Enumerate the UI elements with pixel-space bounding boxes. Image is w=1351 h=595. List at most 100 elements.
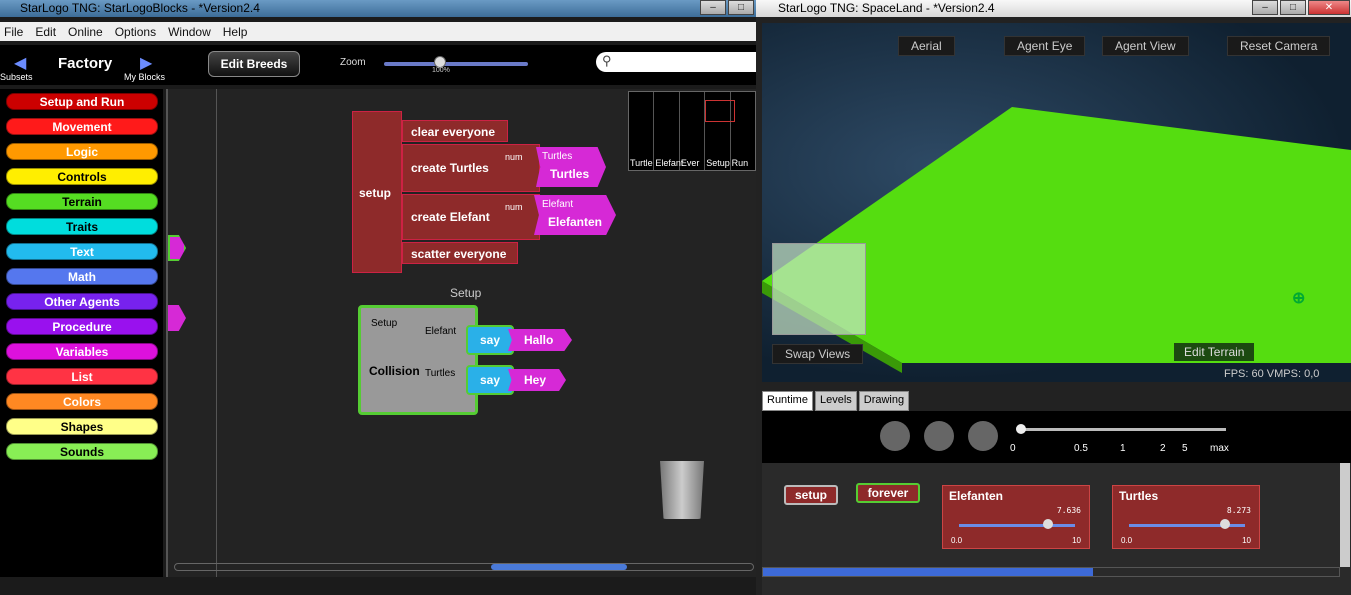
swap-views-button[interactable]: Swap Views: [772, 344, 864, 364]
minimize-button[interactable]: ‒: [700, 0, 726, 15]
menu-online[interactable]: Online: [68, 25, 103, 39]
minimap-page[interactable]: Ever: [680, 92, 706, 170]
setup-runtime-button[interactable]: setup: [784, 485, 838, 505]
speed-tick: 0: [1010, 443, 1016, 454]
maximize-button[interactable]: □: [728, 0, 754, 15]
my-blocks-label[interactable]: My Blocks: [124, 72, 165, 82]
edit-terrain-button[interactable]: Edit Terrain: [1174, 343, 1255, 361]
say-block[interactable]: say: [466, 365, 514, 395]
tab-drawing[interactable]: Drawing: [858, 391, 910, 411]
aerial-button[interactable]: Aerial: [898, 36, 955, 56]
category-controls[interactable]: Controls: [6, 168, 158, 185]
blocks-window: StarLogo TNG: StarLogoBlocks - *Version2…: [0, 0, 756, 595]
collision-label: Collision: [369, 364, 420, 378]
turtles-breed-plug[interactable]: Turtles Turtles: [536, 147, 606, 187]
edit-breeds-button[interactable]: Edit Breeds: [208, 51, 300, 77]
setup-block[interactable]: setup: [352, 111, 402, 273]
trash-icon[interactable]: [660, 461, 704, 519]
zoom-slider[interactable]: [384, 62, 528, 66]
category-traits[interactable]: Traits: [6, 218, 158, 235]
category-colors[interactable]: Colors: [6, 393, 158, 410]
hallo-text-plug[interactable]: Hallo: [508, 329, 572, 351]
tab-runtime[interactable]: Runtime: [762, 391, 813, 411]
say-block[interactable]: say: [466, 325, 514, 355]
category-other-agents[interactable]: Other Agents: [6, 293, 158, 310]
fps-readout: FPS: 60 VMPS: 0,0: [1224, 368, 1320, 380]
overview-map[interactable]: [772, 243, 866, 335]
step-icon[interactable]: [880, 421, 910, 451]
minimize-button[interactable]: ‒: [1252, 0, 1278, 15]
turtles-slider-widget[interactable]: Turtles 8.273 0.0 10: [1112, 485, 1260, 549]
search-input[interactable]: ⚲: [596, 52, 756, 72]
menu-file[interactable]: File: [4, 25, 23, 39]
tab-levels[interactable]: Levels: [814, 391, 857, 411]
slider-knob[interactable]: [1042, 519, 1053, 529]
left-arrow-icon[interactable]: ◀: [14, 53, 26, 73]
zoom-label: Zoom: [340, 57, 366, 68]
speed-slider-knob[interactable]: [1016, 424, 1026, 434]
turtles-label: Turtles: [550, 167, 590, 181]
speed-tick: max: [1210, 443, 1229, 454]
menu-window[interactable]: Window: [168, 25, 211, 39]
slider-name: Turtles: [1119, 489, 1159, 503]
slider-knob[interactable]: [1219, 519, 1230, 529]
create-elefant-block[interactable]: create Elefant num: [402, 194, 540, 240]
forever-runtime-button[interactable]: forever: [856, 483, 920, 503]
collision-block[interactable]: Setup Elefant Collision Turtles: [358, 305, 478, 415]
horizontal-scrollbar[interactable]: [762, 567, 1340, 577]
play-icon[interactable]: [924, 421, 954, 451]
camera-up-icon[interactable]: ⊕: [1292, 288, 1305, 308]
right-arrow-icon[interactable]: ▶: [140, 53, 152, 73]
horizontal-scrollbar[interactable]: [174, 563, 754, 571]
category-logic[interactable]: Logic: [6, 143, 158, 160]
category-list[interactable]: List: [6, 368, 158, 385]
minimap-page[interactable]: Run: [731, 92, 755, 170]
category-sounds[interactable]: Sounds: [6, 443, 158, 460]
create-turtles-block[interactable]: create Turtles num: [402, 144, 540, 192]
hey-label: Hey: [524, 373, 547, 387]
vertical-scrollbar[interactable]: [1340, 463, 1350, 567]
window-controls: ‒ □: [700, 0, 754, 17]
hey-text-plug[interactable]: Hey: [508, 369, 566, 391]
category-text[interactable]: Text: [6, 243, 158, 260]
block-canvas[interactable]: setup clear everyone create Turtles num …: [166, 89, 756, 577]
category-math[interactable]: Math: [6, 268, 158, 285]
speed-slider[interactable]: [1020, 428, 1226, 431]
minimap-page[interactable]: Elefant: [654, 92, 683, 170]
menu-edit[interactable]: Edit: [35, 25, 56, 39]
menu-help[interactable]: Help: [223, 25, 248, 39]
scatter-everyone-block[interactable]: scatter everyone: [402, 242, 518, 264]
speed-tick: 0.5: [1074, 443, 1088, 454]
category-setup-and-run[interactable]: Setup and Run: [6, 93, 158, 110]
scrollbar-thumb[interactable]: [491, 564, 627, 570]
slider-track[interactable]: [959, 524, 1075, 527]
reset-camera-button[interactable]: Reset Camera: [1227, 36, 1331, 56]
category-procedure[interactable]: Procedure: [6, 318, 158, 335]
scrollbar-thumb[interactable]: [763, 568, 1093, 576]
partial-block[interactable]: [168, 235, 186, 261]
close-button[interactable]: ✕: [1308, 0, 1350, 15]
spaceland-3d-view[interactable]: Aerial Agent Eye Agent View Reset Camera…: [762, 23, 1351, 382]
category-terrain[interactable]: Terrain: [6, 193, 158, 210]
elefanten-slider-widget[interactable]: Elefanten 7.636 0.0 10: [942, 485, 1090, 549]
collision-page-caption: Setup: [450, 286, 482, 300]
minimap-page[interactable]: Turtle: [629, 92, 655, 170]
stop-icon[interactable]: [968, 421, 998, 451]
num-label: num: [505, 202, 523, 212]
category-variables[interactable]: Variables: [6, 343, 158, 360]
minimap-page[interactable]: Setup: [705, 92, 736, 170]
category-shapes[interactable]: Shapes: [6, 418, 158, 435]
runtime-controls: 0 0.5 1 2 5 max: [762, 411, 1351, 463]
agent-eye-button[interactable]: Agent Eye: [1004, 36, 1086, 56]
menu-bar: File Edit Online Options Window Help: [0, 22, 756, 41]
elefanten-breed-plug[interactable]: Elefant Elefanten: [534, 195, 616, 235]
turtles-small-label: Turtles: [542, 151, 573, 162]
subsets-label[interactable]: Subsets: [0, 72, 33, 82]
category-movement[interactable]: Movement: [6, 118, 158, 135]
menu-options[interactable]: Options: [115, 25, 156, 39]
minimap[interactable]: Turtle Elefant Ever Setup Run: [628, 91, 756, 171]
partial-block[interactable]: [168, 305, 186, 331]
maximize-button[interactable]: □: [1280, 0, 1306, 15]
clear-everyone-block[interactable]: clear everyone: [402, 120, 508, 142]
agent-view-button[interactable]: Agent View: [1102, 36, 1189, 56]
